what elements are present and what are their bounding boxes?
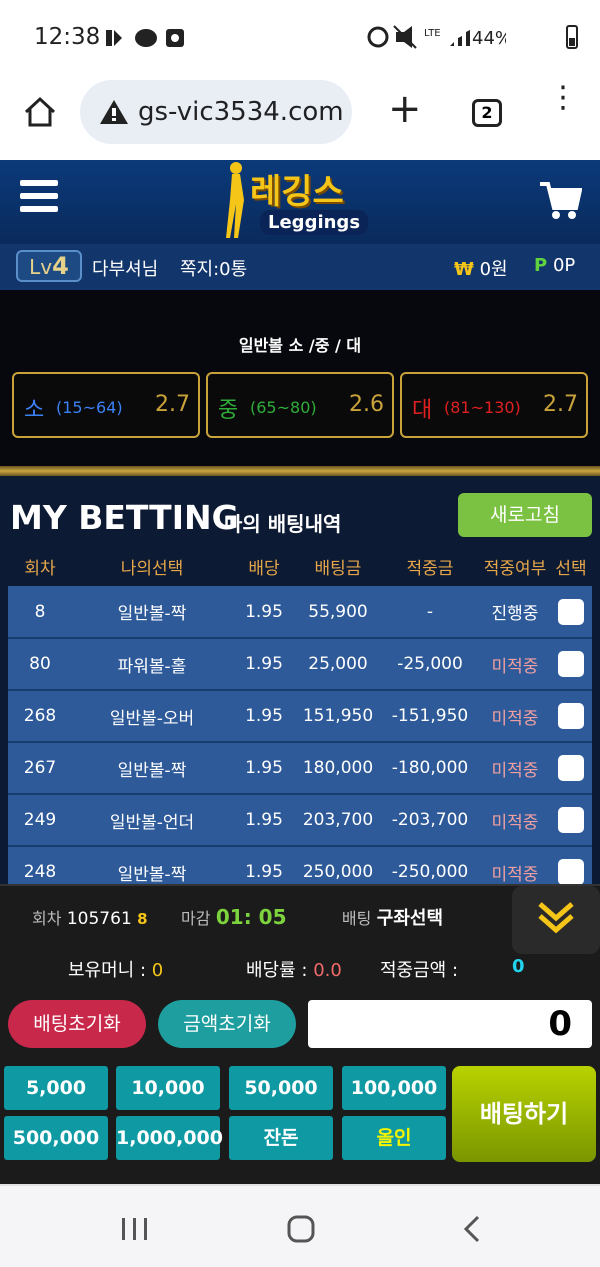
quick-10000-button[interactable]: 10,000 (116, 1066, 220, 1110)
divider (0, 466, 600, 476)
back-icon[interactable] (460, 1214, 484, 1248)
won-icon: ₩ (454, 259, 474, 280)
round-number: 105761 (66, 909, 132, 929)
android-nav-bar (0, 1184, 600, 1267)
hamburger-menu-icon[interactable] (20, 180, 58, 212)
bet-selection: 구좌선택 (376, 908, 444, 929)
recent-apps-icon[interactable] (120, 1216, 150, 1246)
col-stake: 배팅금 (296, 546, 380, 586)
quick-5000-button[interactable]: 5,000 (4, 1066, 108, 1110)
history-subtitle: 나의 배팅내역 (224, 512, 342, 536)
table-row: 8 일반볼-짝 1.95 55,900- 진행중 (8, 586, 592, 639)
logo-figure-icon (222, 160, 248, 240)
svg-text:LTE: LTE (424, 28, 441, 39)
quick-1000000-button[interactable]: 1,000,000 (116, 1116, 223, 1160)
quick-500000-button[interactable]: 500,000 (4, 1116, 108, 1160)
table-row: 268 일반볼-오버 1.95 151,950 -151,950 미적중 (8, 690, 592, 743)
game-panel: 일반볼 소 /중 / 대 소 (15~64) 2.7 중 (65~80) 2.6… (0, 290, 600, 476)
reset-bet-button[interactable]: 배팅초기화 (8, 1000, 146, 1048)
cart-icon[interactable] (538, 180, 583, 224)
history-title: MY BETTING (10, 498, 239, 537)
row-checkbox[interactable] (558, 651, 584, 677)
messages-link[interactable]: 쪽지:0통 (180, 255, 247, 281)
rate-info: 배당률 : 0.0 (246, 960, 342, 981)
new-tab-icon[interactable]: + (388, 86, 422, 132)
reset-amount-button[interactable]: 금액초기화 (158, 1000, 296, 1048)
home-icon[interactable] (20, 92, 60, 132)
username: 다부셔님 (92, 259, 159, 280)
site-logo-subtitle: Leggings (260, 210, 369, 235)
balance-info: 보유머니 : 0 (68, 960, 164, 981)
history-table: 회차 나의선택 배당 배팅금 적중금 적중여부 선택 8 일반볼-짝 1.95 55,… (8, 546, 592, 899)
money-display: ₩ 0원 (454, 259, 508, 280)
option-medium[interactable]: 중 (65~80) 2.6 (206, 372, 394, 438)
col-odds: 배당 (232, 546, 296, 586)
payout-info: 적중금액 :0 (380, 956, 525, 981)
system-icons: LTE 44% (366, 24, 512, 55)
url-text[interactable]: gs-vic3534.com (138, 97, 348, 127)
quick-50000-button[interactable]: 50,000 (229, 1066, 333, 1110)
clock: 12:38 (34, 24, 101, 50)
user-info-bar: Lv4 다부셔님 쪽지:0통 ₩ 0원 P 0P (0, 244, 600, 290)
row-checkbox[interactable] (558, 807, 584, 833)
address-bar[interactable]: gs-vic3534.com (80, 80, 352, 144)
all-in-button[interactable]: 올인 (342, 1116, 446, 1160)
svg-text:44%: 44% (472, 28, 506, 49)
collapse-panel-button[interactable] (512, 886, 600, 954)
betting-panel: 회차 105761 8 마감 01: 05 배팅 구좌선택 보유머니 : 0 배… (0, 884, 600, 1184)
browser-toolbar: gs-vic3534.com + 2 ⋮ (0, 78, 600, 160)
warning-icon[interactable] (98, 98, 130, 130)
quick-100000-button[interactable]: 100,000 (342, 1066, 446, 1110)
site-logo[interactable]: 레깅스 (250, 164, 344, 213)
option-large[interactable]: 대 (81~130) 2.7 (400, 372, 588, 438)
bet-amount-input[interactable]: 0 (308, 1000, 592, 1048)
refresh-button[interactable]: 새로고침 (458, 493, 592, 537)
game-title: 일반볼 소 /중 / 대 (238, 336, 362, 355)
place-bet-button[interactable]: 배팅하기 (452, 1066, 596, 1162)
row-checkbox[interactable] (558, 755, 584, 781)
home-nav-icon[interactable] (286, 1214, 316, 1248)
row-checkbox[interactable] (558, 703, 584, 729)
col-result: 적중여부 (480, 546, 550, 586)
site-header: 레깅스 Leggings (0, 160, 600, 244)
level-badge: Lv4 (16, 250, 82, 282)
battery-icon (564, 24, 580, 56)
table-row: 267 일반볼-짝 1.95 180,000 -180,000 미적중 (8, 742, 592, 795)
row-checkbox[interactable] (558, 598, 584, 625)
table-row: 80 파워볼-홀 1.95 25,000 -25,000 미적중 (8, 638, 592, 691)
col-win: 적중금 (380, 546, 480, 586)
table-row: 249 일반볼-언더 1.95 203,700 -203,700 미적중 (8, 794, 592, 847)
round-info: 회차 105761 8 마감 01: 05 배팅 구좌선택 (32, 905, 444, 929)
points-display: P 0P (534, 255, 576, 276)
status-bar: 12:38 LTE 44% (0, 0, 600, 78)
deadline-timer: 01: 05 (215, 905, 287, 929)
option-small[interactable]: 소 (15~64) 2.7 (12, 372, 200, 438)
more-menu-icon[interactable]: ⋮ (548, 83, 578, 113)
tab-switcher-button[interactable]: 2 (472, 99, 502, 127)
row-checkbox[interactable] (558, 859, 584, 885)
betting-history: MY BETTING 나의 배팅내역 새로고침 회차 나의선택 배당 배팅금 적… (0, 476, 600, 899)
change-button[interactable]: 잔돈 (229, 1116, 333, 1160)
col-choice: 나의선택 (72, 546, 232, 586)
col-select: 선택 (550, 546, 592, 586)
point-icon: P (534, 255, 548, 276)
round-sub: 8 (137, 910, 148, 928)
notification-icons (104, 26, 194, 55)
col-round: 회차 (8, 546, 72, 586)
